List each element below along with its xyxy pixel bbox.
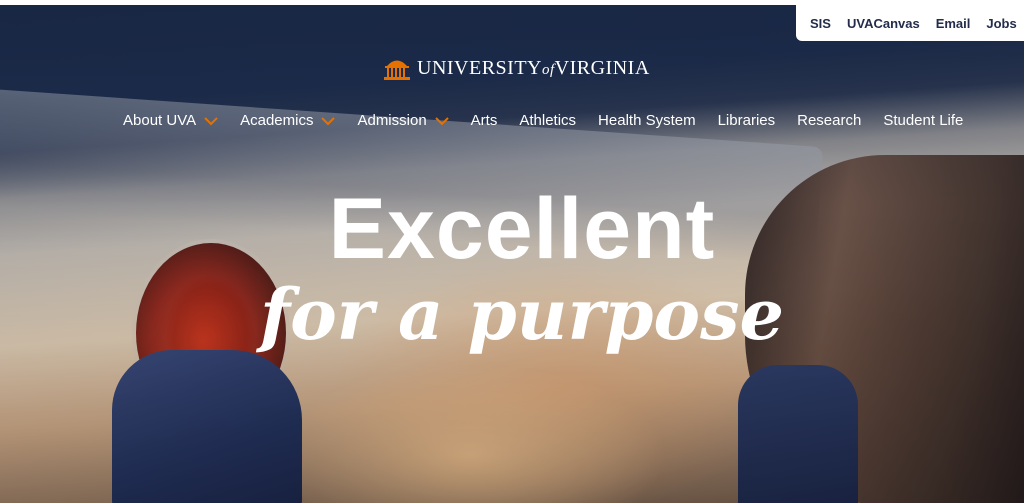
utility-link-sis[interactable]: SIS (810, 16, 831, 31)
chevron-down-icon (321, 116, 336, 125)
utility-link-uvacanvas[interactable]: UVACanvas (847, 16, 920, 31)
utility-bar: SIS UVACanvas Email Jobs D (796, 5, 1024, 41)
nav-item-label: Athletics (519, 112, 577, 129)
nav-item-admission[interactable]: Admission (357, 112, 449, 129)
nav-item-athletics[interactable]: Athletics (519, 112, 576, 129)
nav-item-label: About UVA (123, 112, 197, 129)
nav-item-label: Student Life (883, 112, 964, 129)
nav-item-about[interactable]: About UVA (123, 112, 218, 129)
nav-item-label: Libraries (717, 112, 776, 129)
nav-item-label: Arts (470, 112, 498, 129)
nav-item-health-system[interactable]: Health System (598, 112, 696, 129)
utility-link-email[interactable]: Email (936, 16, 971, 31)
university-logo[interactable]: UNIVERSITYofVIRGINIA (383, 52, 650, 84)
main-nav: About UVA Academics Admission Arts Athle… (123, 112, 985, 129)
logo-wordmark: UNIVERSITYofVIRGINIA (417, 57, 650, 80)
hero-headline: Excellent (328, 181, 716, 277)
rotunda-icon (384, 60, 410, 80)
nav-item-label: Academics (240, 112, 314, 129)
nav-item-arts[interactable]: Arts (471, 112, 498, 129)
chevron-down-icon (204, 116, 218, 125)
nav-item-research[interactable]: Research (797, 112, 861, 129)
logo-word-of: of (542, 61, 555, 78)
chevron-down-icon (434, 116, 449, 125)
nav-item-label: Health System (598, 112, 696, 129)
logo-word-university: UNIVERSITY (417, 56, 542, 79)
nav-item-label: Admission (357, 112, 427, 129)
nav-item-student-life[interactable]: Student Life (883, 112, 963, 129)
utility-link-jobs[interactable]: Jobs (986, 16, 1016, 31)
nav-item-label: Research (797, 112, 862, 129)
hero-subheadline: for a purpose (259, 273, 785, 356)
nav-item-libraries[interactable]: Libraries (718, 112, 776, 129)
logo-word-virginia: VIRGINIA (554, 56, 650, 79)
nav-item-academics[interactable]: Academics (240, 112, 336, 129)
